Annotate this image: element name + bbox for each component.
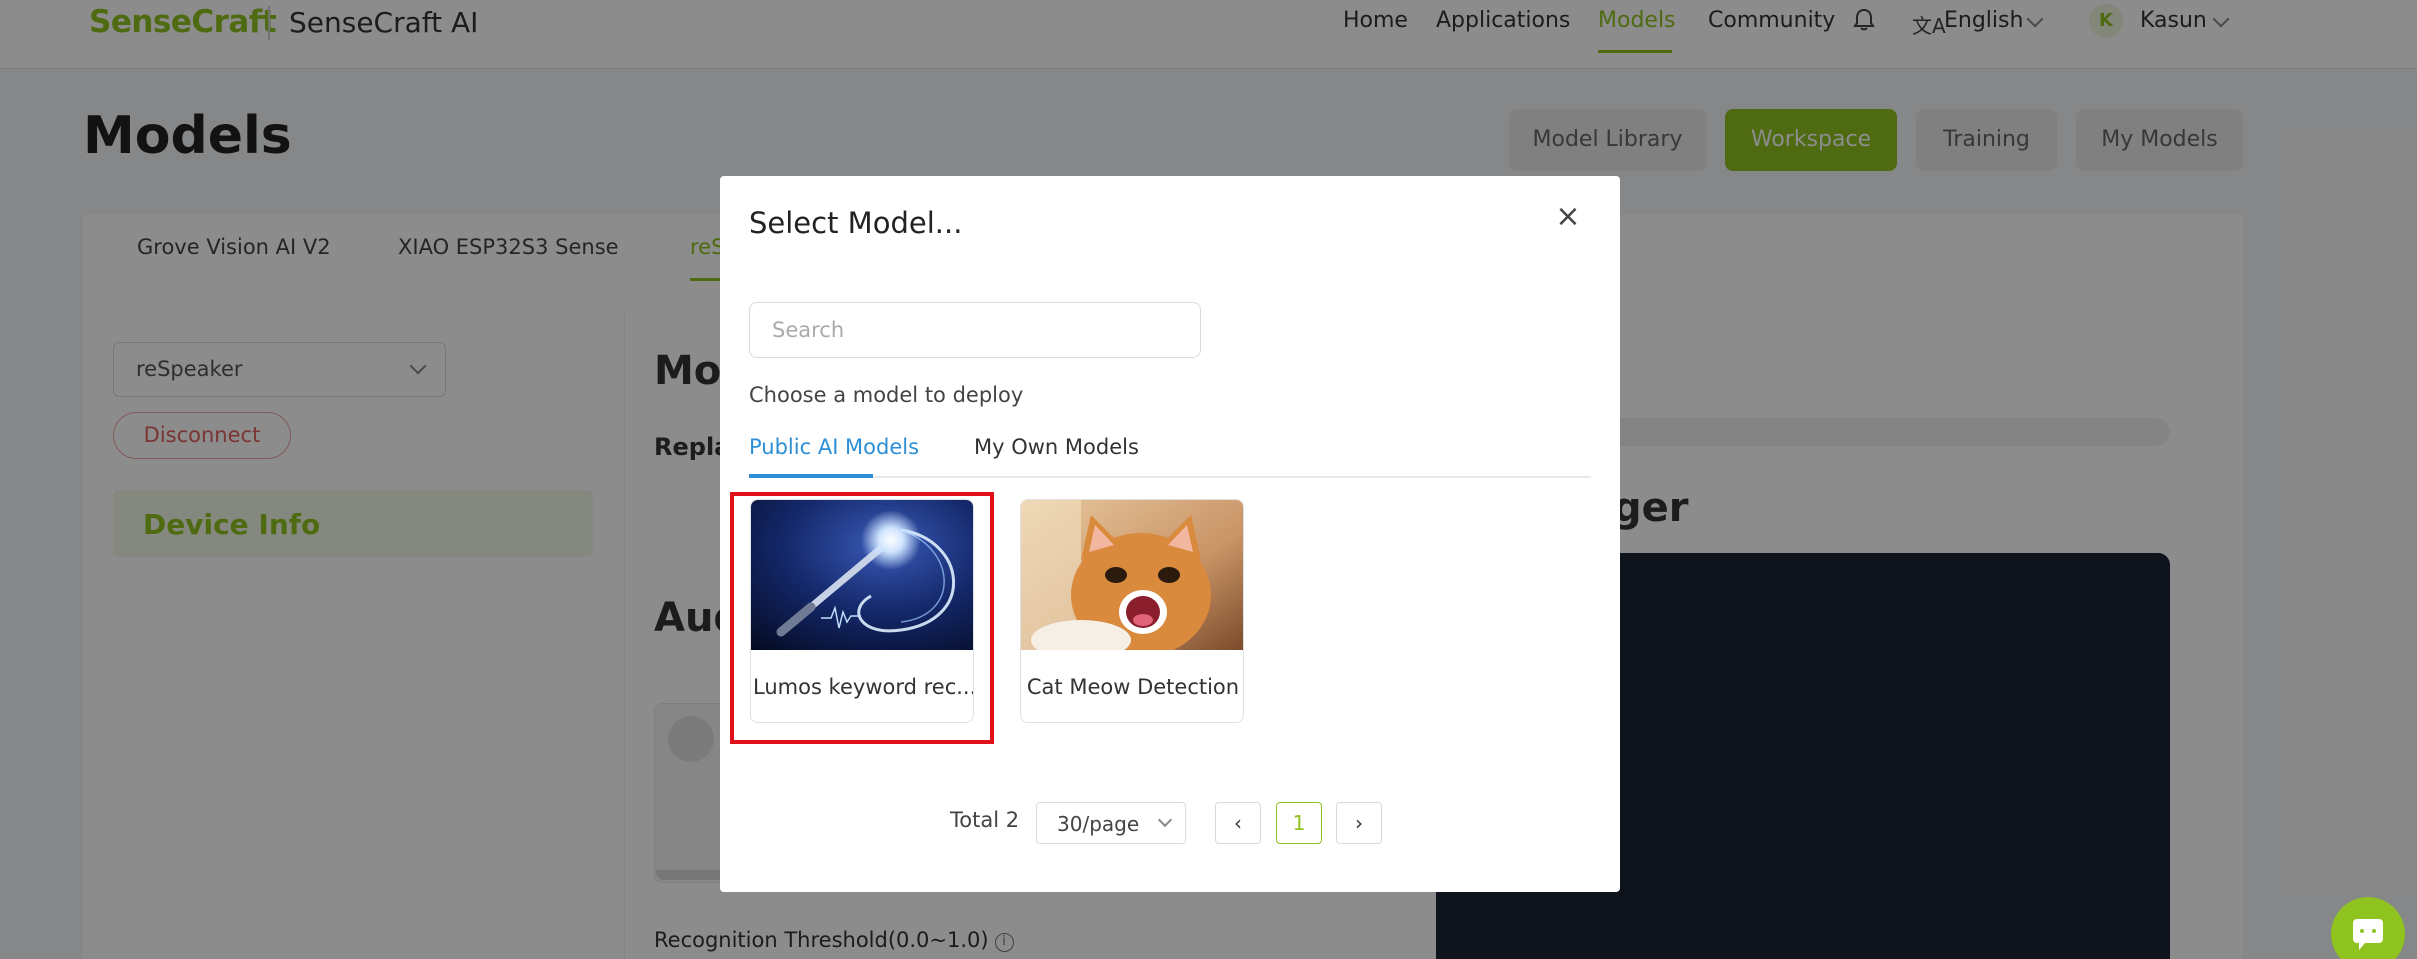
page-size-value: 30/page — [1057, 812, 1140, 836]
selection-highlight — [730, 492, 994, 744]
search-input[interactable] — [749, 302, 1201, 358]
cat-photo-image — [1021, 500, 1243, 650]
model-card-cat-meow[interactable]: Cat Meow Detection — [1020, 499, 1244, 723]
select-model-dialog: Select Model... × Choose a model to depl… — [720, 176, 1620, 892]
dialog-subtitle: Choose a model to deploy — [749, 383, 1024, 407]
chat-button[interactable] — [2331, 897, 2405, 959]
chat-icon — [2353, 919, 2383, 950]
next-page-button[interactable]: › — [1336, 802, 1382, 844]
tab-my-own-models[interactable]: My Own Models — [974, 435, 1139, 459]
total-count: Total 2 — [950, 808, 1020, 832]
model-name-cat-meow: Cat Meow Detection — [1026, 675, 1240, 699]
tab-active-indicator — [749, 474, 873, 478]
prev-page-button[interactable]: ‹ — [1215, 802, 1261, 844]
close-icon[interactable]: × — [1553, 202, 1583, 232]
page-1-button[interactable]: 1 — [1276, 802, 1322, 844]
tab-public-ai-models[interactable]: Public AI Models — [749, 435, 919, 459]
tab-divider — [749, 476, 1591, 478]
dialog-title: Select Model... — [749, 206, 963, 240]
